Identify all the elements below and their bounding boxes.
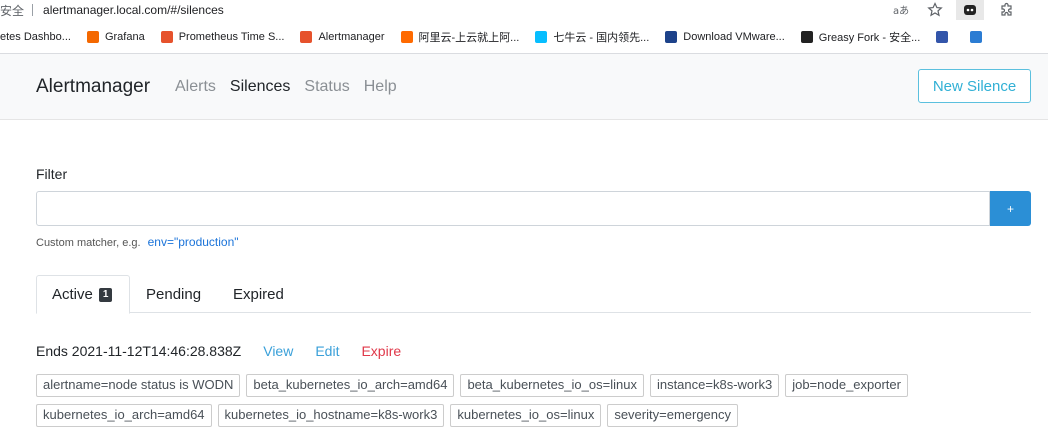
hint-example: env="production" bbox=[147, 235, 239, 249]
bookmark-item[interactable]: Greasy Fork - 安全... bbox=[800, 29, 921, 45]
silence-tabs: Active 1 Pending Expired bbox=[36, 275, 1031, 314]
vmware-icon bbox=[665, 31, 678, 43]
matcher-chip[interactable]: beta_kubernetes_io_arch=amd64 bbox=[246, 374, 455, 397]
url-field[interactable]: alertmanager.local.com/#/silences bbox=[43, 3, 224, 17]
brand-title[interactable]: Alertmanager bbox=[36, 76, 150, 98]
bookmark-star-icon[interactable] bbox=[924, 1, 946, 19]
bookmark-item[interactable]: Alertmanager bbox=[300, 31, 385, 43]
bookmark-item[interactable] bbox=[936, 31, 954, 43]
add-filter-button[interactable]: + bbox=[990, 191, 1031, 226]
bookmark-item[interactable]: Grafana bbox=[86, 31, 145, 43]
edit-link[interactable]: Edit bbox=[315, 343, 339, 359]
aliyun-icon bbox=[400, 31, 413, 43]
greasyfork-icon bbox=[800, 31, 813, 43]
grafana-icon bbox=[86, 31, 99, 43]
bookmark-item[interactable]: Prometheus Time S... bbox=[160, 31, 285, 43]
silence-ends: Ends 2021-11-12T14:46:28.838Z bbox=[36, 343, 242, 359]
matcher-chip[interactable]: kubernetes_io_os=linux bbox=[450, 404, 602, 427]
grid-icon bbox=[970, 31, 983, 43]
bookmark-label: Prometheus Time S... bbox=[178, 31, 285, 43]
nav-links: Alerts Silences Status Help bbox=[175, 78, 411, 96]
matcher-row: alertname=node status is WODN beta_kuber… bbox=[36, 374, 1036, 397]
tab-label: Active bbox=[52, 286, 93, 303]
prometheus-icon bbox=[160, 31, 173, 43]
browser-toolbar-right: aあ bbox=[878, 0, 1048, 20]
expire-link[interactable]: Expire bbox=[361, 343, 401, 359]
translate-icon[interactable]: aあ bbox=[890, 1, 912, 19]
bookmark-item[interactable]: Download VMware... bbox=[665, 31, 785, 43]
filter-input[interactable] bbox=[36, 191, 990, 226]
matcher-chip[interactable]: job=node_exporter bbox=[785, 374, 908, 397]
silence-matchers: alertname=node status is WODN beta_kuber… bbox=[36, 374, 1036, 434]
bookmark-label: 阿里云-上云就上阿... bbox=[418, 32, 520, 44]
bookmark-item[interactable] bbox=[970, 31, 988, 43]
nav-link-alerts[interactable]: Alerts bbox=[175, 78, 216, 96]
bookmark-label: Greasy Fork - 安全... bbox=[818, 32, 921, 44]
matcher-chip[interactable]: severity=emergency bbox=[607, 404, 739, 427]
globe-icon bbox=[936, 31, 949, 43]
bookmark-label: etes Dashbo... bbox=[0, 31, 71, 43]
hint-text: Custom matcher, e.g. bbox=[36, 237, 141, 249]
matcher-chip[interactable]: alertname=node status is WODN bbox=[36, 374, 241, 397]
extension-icon[interactable] bbox=[956, 0, 984, 20]
nav-link-status[interactable]: Status bbox=[304, 78, 349, 96]
view-link[interactable]: View bbox=[263, 343, 293, 359]
puzzle-icon[interactable] bbox=[996, 1, 1018, 19]
matcher-chip[interactable]: kubernetes_io_arch=amd64 bbox=[36, 404, 212, 427]
bookmark-item[interactable]: 七牛云 - 国内领先... bbox=[535, 29, 649, 45]
app-navbar: Alertmanager Alerts Silences Status Help… bbox=[0, 54, 1048, 120]
bookmarks-bar: etes Dashbo... Grafana Prometheus Time S..… bbox=[0, 26, 1048, 48]
svg-text:aあ: aあ bbox=[893, 5, 909, 16]
bookmark-label: Download VMware... bbox=[683, 31, 785, 43]
matcher-chip[interactable]: instance=k8s-work3 bbox=[649, 374, 780, 397]
bookmark-item[interactable]: 阿里云-上云就上阿... bbox=[400, 29, 520, 45]
divider bbox=[32, 4, 34, 16]
prometheus-icon bbox=[300, 31, 313, 43]
matcher-row: kubernetes_io_arch=amd64 kubernetes_io_h… bbox=[36, 404, 1036, 427]
tab-expired[interactable]: Expired bbox=[233, 275, 284, 313]
new-silence-button[interactable]: New Silence bbox=[918, 69, 1031, 103]
security-label[interactable]: 安全 bbox=[0, 2, 24, 19]
nav-link-silences[interactable]: Silences bbox=[230, 78, 290, 96]
bookmark-label: 七牛云 - 国内领先... bbox=[553, 32, 650, 44]
tab-pending[interactable]: Pending bbox=[146, 275, 201, 313]
count-badge: 1 bbox=[98, 287, 113, 302]
bookmark-label: Alertmanager bbox=[318, 31, 385, 43]
matcher-chip[interactable]: beta_kubernetes_io_os=linux bbox=[460, 374, 644, 397]
filter-label: Filter bbox=[36, 166, 68, 182]
nav-link-help[interactable]: Help bbox=[364, 78, 397, 96]
bookmark-label: Grafana bbox=[104, 31, 145, 43]
matcher-chip[interactable]: kubernetes_io_hostname=k8s-work3 bbox=[217, 404, 445, 427]
tab-active[interactable]: Active 1 bbox=[36, 275, 130, 314]
filter-hint: Custom matcher, e.g. env="production" bbox=[36, 235, 239, 249]
bookmark-item[interactable]: etes Dashbo... bbox=[0, 31, 71, 43]
silence-header: Ends 2021-11-12T14:46:28.838Z View Edit … bbox=[36, 343, 401, 359]
qiniu-icon bbox=[535, 31, 548, 43]
